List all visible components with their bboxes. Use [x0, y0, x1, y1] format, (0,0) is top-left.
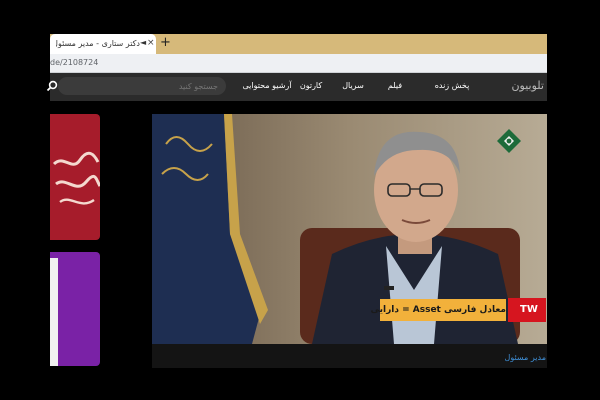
nav-archive[interactable]: آرشیو محتوایی [236, 78, 298, 94]
nav-cartoon[interactable]: کارتون [296, 78, 326, 94]
card-image [50, 258, 58, 366]
url-text[interactable]: de/2108724 [50, 56, 170, 70]
nav-series[interactable]: سریال [338, 78, 368, 94]
calligraphy-image [52, 151, 102, 205]
search-input[interactable] [80, 77, 218, 95]
new-tab-button[interactable]: + [160, 35, 174, 51]
search-icon[interactable] [46, 80, 58, 92]
tw-logo-text: TW [520, 304, 538, 315]
content-card[interactable] [50, 114, 102, 240]
close-icon[interactable]: × [147, 37, 155, 49]
channel-logo-icon [497, 129, 521, 153]
nav-live[interactable]: پخش زنده [430, 78, 474, 94]
editor-label[interactable]: مدیر مسئول [480, 351, 546, 365]
video-caption: معادل فارسی Asset = دارایی [370, 305, 507, 315]
nav-film[interactable]: فیلم [380, 78, 410, 94]
tab-title: دکتر ستاری - مدیر مسئول - 02 [56, 39, 140, 48]
site-logo[interactable]: تلوبیون [484, 78, 544, 94]
